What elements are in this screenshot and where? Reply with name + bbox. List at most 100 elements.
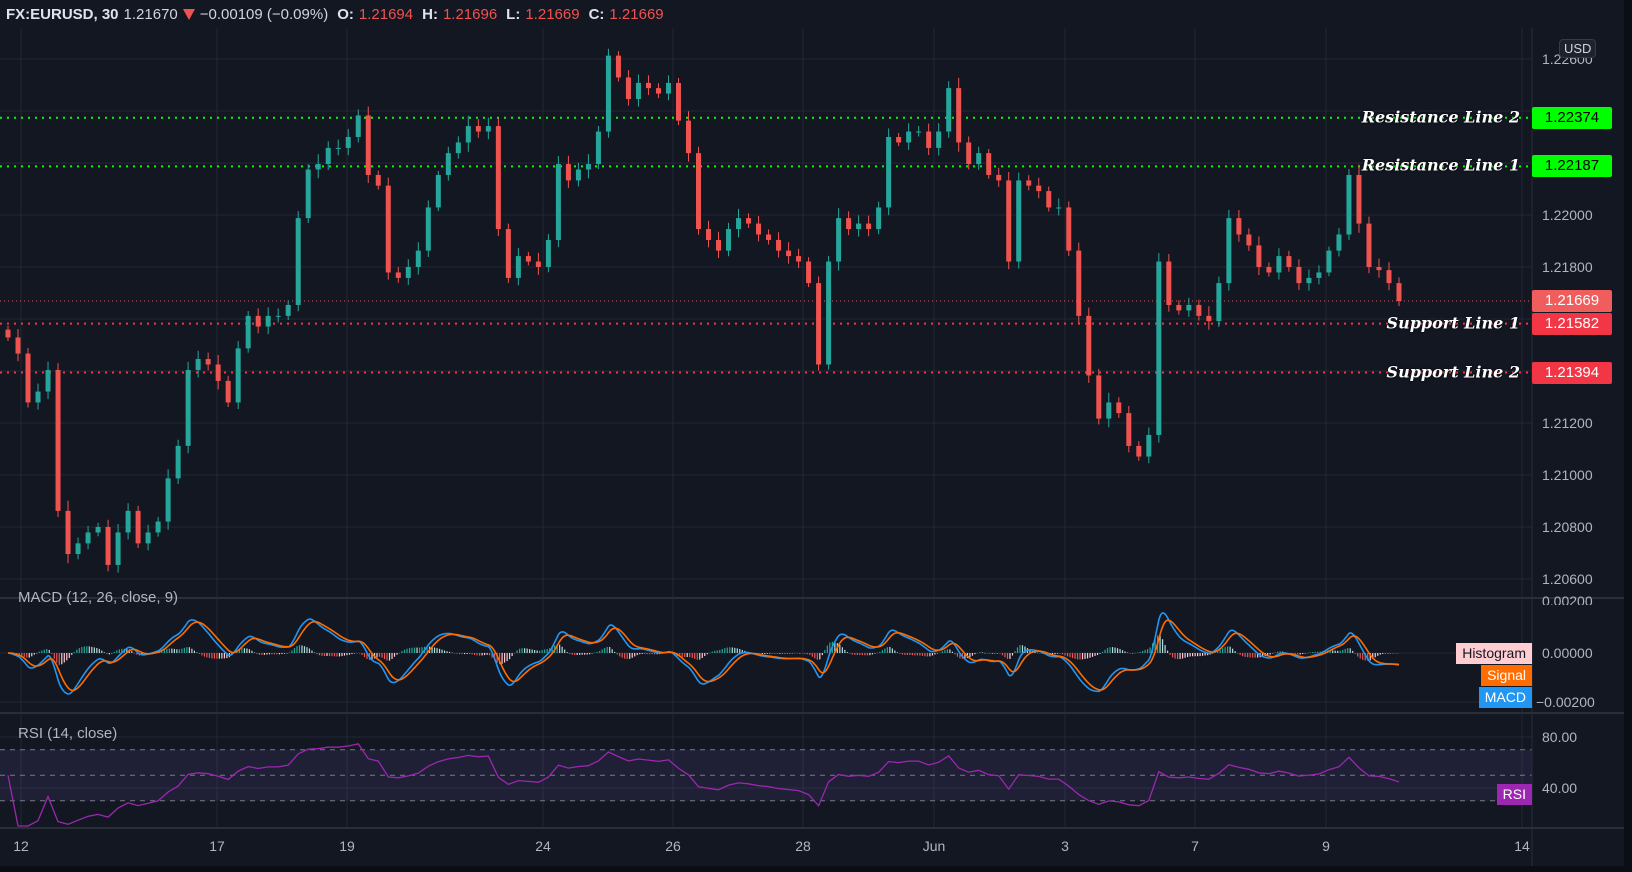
time-tick: 28 — [795, 838, 811, 854]
candle-body — [966, 142, 972, 165]
histogram-bar — [1074, 653, 1076, 659]
histogram-bar — [944, 650, 946, 653]
histogram-bar — [634, 653, 636, 657]
candle-body — [365, 115, 371, 175]
histogram-bar — [253, 652, 256, 653]
time-tick: 12 — [13, 838, 29, 854]
histogram-bar — [701, 653, 703, 659]
histogram-bar — [681, 653, 683, 658]
histogram-bar — [1247, 653, 1249, 658]
candle-body — [996, 174, 1002, 181]
histogram-bar — [418, 647, 421, 653]
candle-body — [225, 380, 231, 403]
histogram-bar — [539, 650, 541, 653]
histogram-bar — [293, 648, 296, 653]
histogram-bar — [196, 652, 198, 653]
candle-body — [1156, 261, 1162, 435]
histogram-bar — [956, 653, 959, 657]
histogram-bar — [1016, 647, 1019, 653]
histogram-bar — [473, 653, 476, 655]
histogram-bar — [63, 653, 65, 663]
histogram-bar — [889, 646, 891, 653]
histogram-bar — [954, 653, 956, 655]
open-value: 1.21694 — [358, 5, 414, 23]
histogram-bar — [453, 653, 456, 654]
histogram-bar — [1347, 648, 1349, 653]
histogram-bar — [559, 644, 561, 653]
histogram-bar — [996, 653, 999, 654]
histogram-bar — [694, 653, 696, 659]
time-tick: 9 — [1322, 838, 1330, 854]
histogram-bar — [766, 653, 768, 654]
histogram-bar — [303, 646, 306, 653]
histogram-bar — [301, 645, 303, 653]
histogram-bar — [488, 653, 491, 656]
histogram-bar — [1141, 650, 1144, 653]
histogram-bar — [609, 646, 611, 653]
candle-body — [1236, 218, 1242, 235]
candle — [1326, 246, 1332, 277]
candle-body — [906, 131, 912, 143]
candle — [816, 276, 822, 371]
histogram-bar — [96, 648, 98, 653]
histogram-bar — [591, 653, 593, 654]
histogram-bar — [899, 653, 901, 654]
histogram-bar — [524, 648, 526, 653]
histogram-bar — [946, 649, 949, 653]
price-change: −0.00109 (−0.09%) — [199, 5, 329, 23]
histogram-bar — [1317, 651, 1319, 653]
histogram-bar — [433, 647, 436, 653]
current-price-tag: 1.21669 — [1532, 290, 1612, 313]
candle-body — [726, 229, 732, 251]
histogram-bar — [904, 653, 906, 655]
histogram-bar — [1342, 649, 1344, 653]
macd-tick: 0.00000 — [1542, 645, 1593, 661]
level-label[interactable]: Support Line 1 — [1387, 313, 1520, 332]
candle-body — [135, 510, 141, 544]
candle-body — [345, 137, 351, 148]
candle-body — [385, 185, 391, 273]
histogram-bar — [529, 649, 531, 653]
histogram-bar — [216, 653, 218, 659]
histogram-bar — [388, 653, 391, 661]
histogram-bar — [26, 653, 28, 658]
histogram-bar — [791, 653, 793, 654]
candle-body — [615, 55, 621, 78]
candle-body — [1266, 267, 1272, 273]
histogram-bar — [201, 653, 203, 656]
candle-body — [1036, 185, 1042, 192]
histogram-bar — [1382, 653, 1384, 654]
histogram-bar — [811, 653, 813, 657]
macd-title[interactable]: MACD (12, 26, close, 9) — [18, 589, 178, 606]
level-label[interactable]: Resistance Line 2 — [1362, 107, 1520, 126]
histogram-bar — [879, 651, 881, 653]
candle-body — [796, 256, 802, 262]
histogram-bar — [1237, 653, 1239, 654]
histogram-bar — [296, 646, 298, 653]
chart-canvas[interactable] — [0, 0, 1632, 872]
candle-body — [926, 131, 932, 148]
symbol-name[interactable]: FX:EURUSD, 30 — [6, 6, 119, 23]
histogram-bar — [133, 653, 135, 654]
price-tick: 1.20600 — [1542, 571, 1593, 587]
level-label[interactable]: Resistance Line 1 — [1362, 156, 1520, 175]
histogram-bar — [861, 653, 863, 656]
histogram-bar — [376, 653, 378, 658]
histogram-bar — [68, 653, 70, 658]
level-label[interactable]: Support Line 2 — [1387, 362, 1520, 381]
rsi-title[interactable]: RSI (14, close) — [18, 725, 117, 742]
histogram-bar — [466, 653, 468, 654]
histogram-bar — [994, 653, 996, 654]
candle — [1086, 307, 1092, 383]
histogram-bar — [53, 653, 55, 659]
histogram-bar — [281, 653, 283, 655]
histogram-bar — [178, 649, 180, 653]
currency-button[interactable]: USD — [1559, 39, 1597, 58]
candle-body — [1276, 256, 1282, 273]
candle-body — [185, 369, 191, 446]
histogram-bar — [806, 653, 808, 655]
candle — [425, 200, 431, 257]
histogram-bar — [1176, 653, 1179, 660]
histogram-bar — [1352, 650, 1354, 653]
histogram-bar — [278, 653, 281, 655]
